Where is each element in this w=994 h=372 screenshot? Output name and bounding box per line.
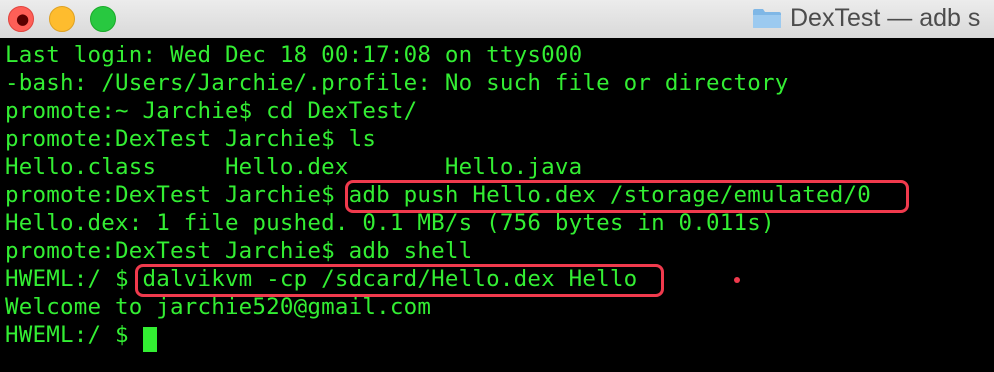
terminal-line-push-result: Hello.dex: 1 file pushed. 0.1 MB/s (756 … xyxy=(5,210,775,236)
terminal-line-profile-error: -bash: /Users/Jarchie/.profile: No such … xyxy=(5,70,789,96)
window-title: DexTest — adb s xyxy=(790,4,981,32)
close-button[interactable]: ● xyxy=(8,6,34,32)
terminal-line-welcome: Welcome to jarchie520@gmail.com xyxy=(5,294,432,320)
terminal-cursor xyxy=(143,327,157,352)
zoom-button[interactable] xyxy=(90,6,116,32)
terminal-line-ls-output: Hello.class Hello.dex Hello.java xyxy=(5,154,583,180)
highlight-box-adb-push xyxy=(345,180,909,213)
close-dot-icon: ● xyxy=(16,10,30,28)
highlight-box-dalvikvm xyxy=(135,264,664,297)
terminal-line-ls: promote:DexTest Jarchie$ ls xyxy=(5,126,377,152)
window-titlebar: ● DexTest — adb s xyxy=(0,0,994,39)
minimize-button[interactable] xyxy=(49,6,75,32)
terminal-output[interactable]: Last login: Wed Dec 18 00:17:08 on ttys0… xyxy=(0,38,994,372)
folder-icon xyxy=(753,9,781,28)
annotation-dot xyxy=(734,277,740,283)
terminal-line-prompt: HWEML:/ $ xyxy=(5,322,143,348)
terminal-line-cd: promote:~ Jarchie$ cd DexTest/ xyxy=(5,98,418,124)
terminal-line-adb-shell: promote:DexTest Jarchie$ adb shell xyxy=(5,238,473,264)
terminal-line-login: Last login: Wed Dec 18 00:17:08 on ttys0… xyxy=(5,42,583,68)
